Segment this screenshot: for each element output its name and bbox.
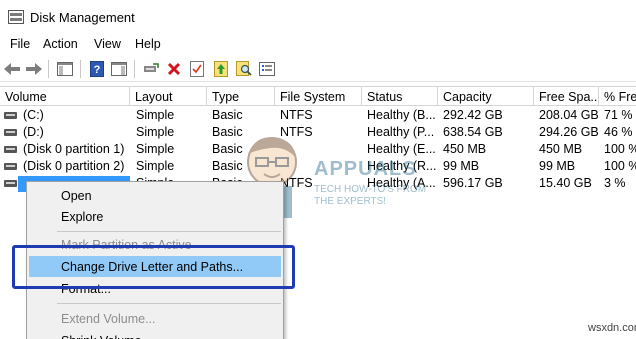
menu-view[interactable]: View [92,37,123,51]
watermark-brand: APPUALS [314,158,417,180]
cell-volume: (C:) [23,108,44,122]
cell-percent-free: 100 % [604,159,636,173]
list-header: Volume Layout Type File System Status Ca… [0,86,636,106]
disk-management-icon [8,10,24,24]
table-row[interactable]: (C:) Simple Basic NTFS Healthy (B... 292… [0,107,636,124]
volume-icon [4,129,17,136]
forward-arrow-icon[interactable] [24,59,44,79]
column-header-capacity[interactable]: Capacity [438,87,534,106]
cell-free-space: 15.40 GB [539,176,592,190]
toolbar: ? [0,56,636,82]
menu-file[interactable]: File [8,37,32,51]
cell-capacity: 596.17 GB [443,176,503,190]
context-menu-shrink-volume[interactable]: Shrink Volume... [29,330,281,339]
title-bar[interactable]: Disk Management [0,0,636,34]
cell-percent-free: 46 % [604,125,633,139]
cell-free-space: 99 MB [539,159,576,173]
volume-icon [4,112,17,119]
context-menu-explore[interactable]: Explore [29,206,281,227]
cell-volume: (Disk 0 partition 2) [23,159,125,173]
cell-capacity: 638.54 GB [443,125,503,139]
context-menu-separator [57,303,281,304]
context-menu-open[interactable]: Open [29,185,281,206]
menu-help[interactable]: Help [133,37,163,51]
cell-capacity: 99 MB [443,159,480,173]
toolbar-separator [134,60,135,78]
cell-file-system: NTFS [280,108,313,122]
menu-bar: File Action View Help [0,34,636,56]
column-header-type[interactable]: Type [207,87,275,106]
up-icon[interactable] [211,59,231,79]
cell-capacity: 450 MB [443,142,487,156]
cell-volume: (Disk 0 partition 1) [23,142,125,156]
cell-free-space: 294.26 GB [539,125,599,139]
svg-text:?: ? [94,64,101,76]
cell-capacity: 292.42 GB [443,108,503,122]
checklist-icon[interactable] [187,59,207,79]
cell-layout: Simple [136,108,175,122]
watermark-tagline-1: TECH HOW-TO'S FROM [314,184,427,195]
cell-layout: Simple [136,125,175,139]
cell-layout: Simple [136,142,175,156]
annotation-highlight-box [12,245,295,289]
properties-icon[interactable] [109,59,129,79]
context-menu-extend-volume: Extend Volume... [61,312,156,326]
context-menu-separator [57,231,281,232]
volume-icon [4,163,17,170]
column-header-status[interactable]: Status [362,87,438,106]
back-arrow-icon[interactable] [2,59,22,79]
cell-percent-free: 3 % [604,176,626,190]
volume-icon [4,180,17,187]
column-header-free-space[interactable]: Free Spa... [534,87,599,106]
cell-percent-free: 71 % [604,108,633,122]
toolbar-separator [80,60,81,78]
cell-volume: (D:) [23,125,44,139]
cell-type: Basic [212,108,243,122]
column-header-file-system[interactable]: File System [275,87,362,106]
watermark-tagline-2: THE EXPERTS! [314,196,387,207]
search-icon[interactable] [234,59,254,79]
list-icon[interactable] [257,59,277,79]
toolbar-separator [48,60,49,78]
cell-status: Healthy (B... [367,108,436,122]
column-header-percent-free[interactable]: % Free [599,87,636,106]
window-title: Disk Management [30,10,135,25]
cell-free-space: 208.04 GB [539,108,599,122]
cell-percent-free: 100 % [604,142,636,156]
column-header-layout[interactable]: Layout [130,87,207,106]
menu-action[interactable]: Action [41,37,80,51]
column-header-volume[interactable]: Volume [0,87,130,106]
volume-icon [4,146,17,153]
connect-icon[interactable] [141,59,161,79]
cell-free-space: 450 MB [539,142,583,156]
disk-management-window: Disk Management File Action View Help ? [0,0,636,339]
cell-layout: Simple [136,159,175,173]
help-icon[interactable]: ? [87,59,107,79]
console-tree-icon[interactable] [55,59,75,79]
delete-icon[interactable] [164,59,184,79]
source-watermark: wsxdn.com [588,322,636,334]
